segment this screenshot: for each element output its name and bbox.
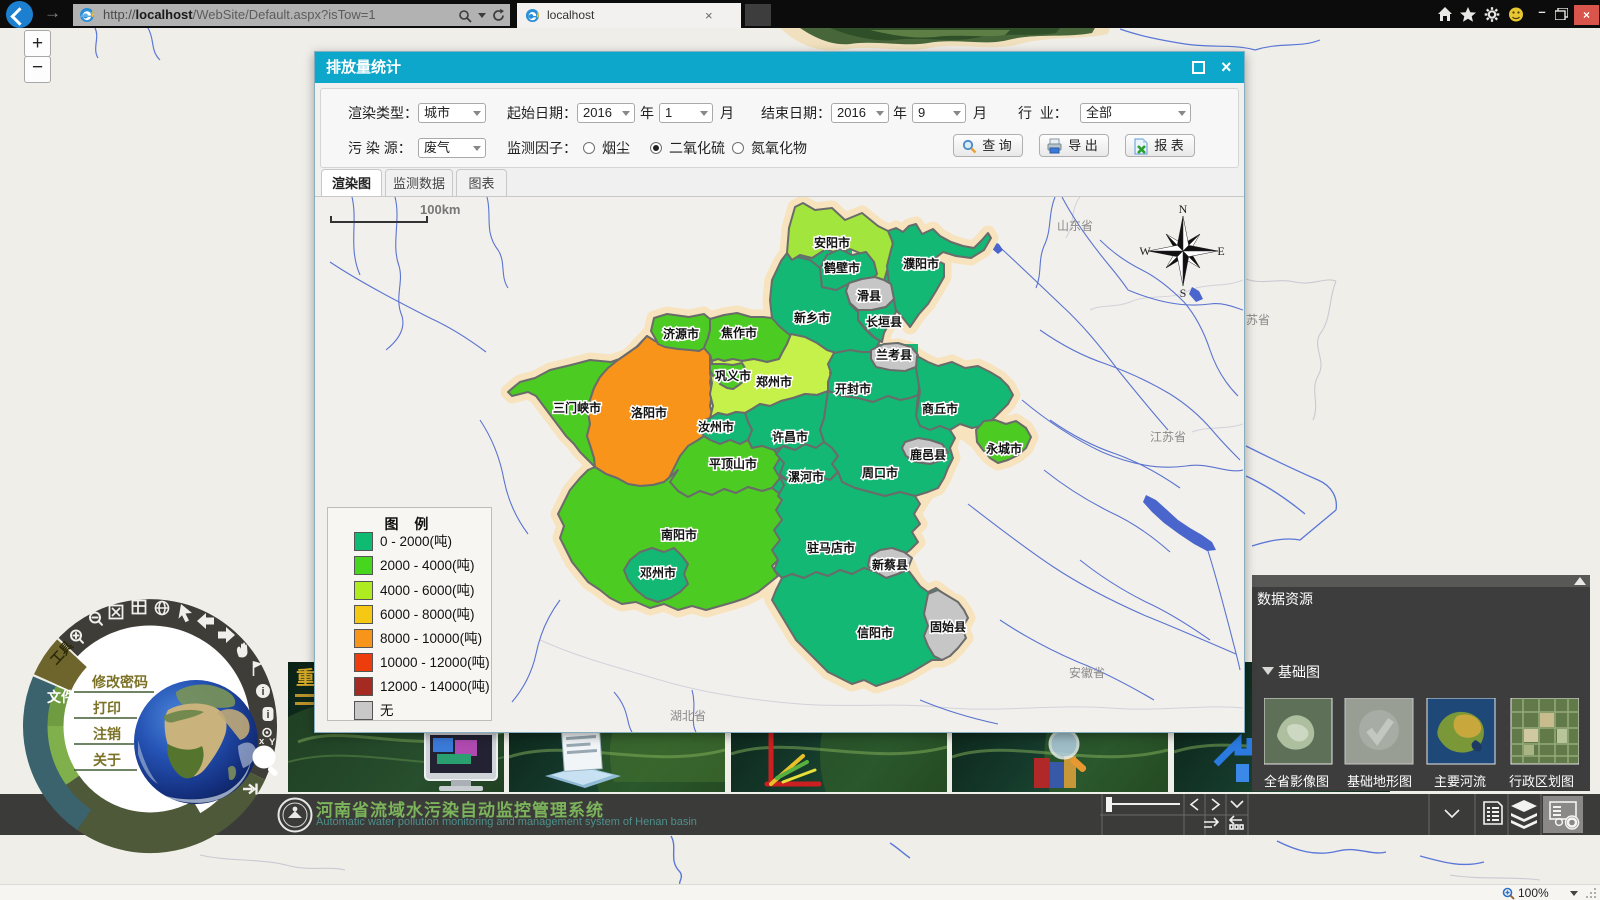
svg-text:山东省: 山东省 [1057,219,1093,233]
svg-text:新乡市: 新乡市 [794,310,830,325]
svg-text:兰考县: 兰考县 [876,347,912,362]
svg-text:鹤壁市: 鹤壁市 [824,260,860,275]
svg-text:滑县: 滑县 [857,288,881,303]
svg-text:安徽省: 安徽省 [1069,665,1105,680]
svg-text:N: N [1179,202,1188,216]
svg-text:文件: 文件 [47,689,75,705]
svg-text:湖北省: 湖北省 [670,708,706,723]
svg-text:i: i [261,686,264,698]
svg-text:济源市: 济源市 [663,326,699,341]
svg-text:濮阳市: 濮阳市 [903,256,939,271]
svg-text:商丘市: 商丘市 [922,401,958,416]
svg-text:邓州市: 邓州市 [640,565,676,580]
svg-text:关于: 关于 [93,752,121,768]
svg-text:鹿邑县: 鹿邑县 [910,447,946,462]
svg-text:驻马店市: 驻马店市 [807,540,855,555]
svg-text:漯河市: 漯河市 [788,469,824,484]
svg-text:打印: 打印 [93,700,121,716]
svg-text:周口市: 周口市 [862,465,898,480]
svg-text:南阳市: 南阳市 [661,527,697,542]
svg-text:洛阳市: 洛阳市 [631,405,667,420]
svg-text:郑州市: 郑州市 [756,374,792,389]
svg-text:永城市: 永城市 [985,441,1022,456]
svg-text:平顶山市: 平顶山市 [709,456,757,471]
svg-text:焦作市: 焦作市 [720,325,757,340]
svg-text:长垣县: 长垣县 [866,314,902,329]
svg-text:新蔡县: 新蔡县 [872,557,908,572]
svg-text:固始县: 固始县 [930,619,966,634]
svg-text:Y: Y [269,737,276,748]
svg-text:安阳市: 安阳市 [814,235,850,250]
svg-text:苏省: 苏省 [1246,313,1270,327]
svg-text:i: i [266,709,269,721]
svg-text:许昌市: 许昌市 [772,429,808,444]
svg-text:汝州市: 汝州市 [698,419,734,434]
svg-text:巩义市: 巩义市 [715,368,751,383]
svg-text:100km: 100km [420,202,460,217]
svg-text:x: x [259,736,265,747]
svg-text:江苏省: 江苏省 [1150,430,1186,444]
svg-text:三门峡市: 三门峡市 [553,400,601,415]
svg-text:S: S [1180,286,1187,300]
svg-text:注销: 注销 [93,726,121,742]
svg-text:开封市: 开封市 [835,381,871,396]
svg-text:修改密码: 修改密码 [91,674,148,690]
svg-text:E: E [1217,244,1224,258]
svg-text:信阳市: 信阳市 [857,625,893,640]
